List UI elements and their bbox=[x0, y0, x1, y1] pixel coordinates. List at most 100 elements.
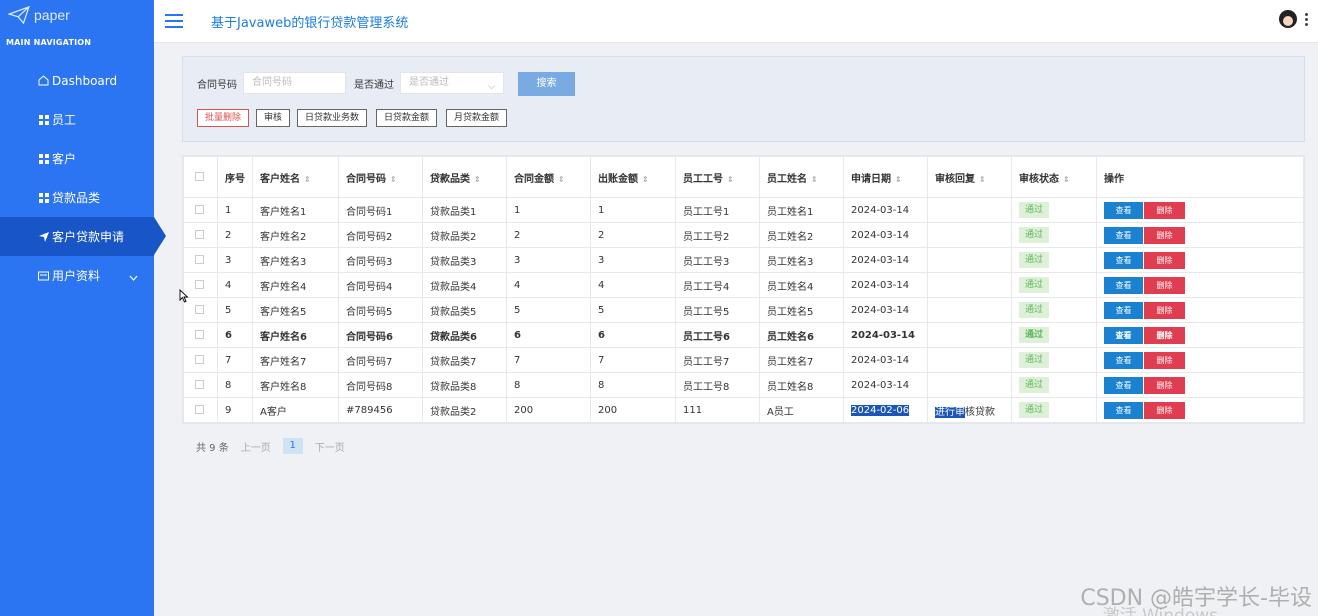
row-checkbox-cell[interactable] bbox=[183, 347, 218, 373]
data-table: 序号 客户姓名 ⇕ 合同号码 ⇕ 贷款品类 ⇕ 合同金额 ⇕ 出账金额 ⇕ 员工工号 ⇕ 员… bbox=[182, 155, 1305, 424]
sort-icon[interactable]: ⇕ bbox=[979, 175, 986, 184]
sort-icon[interactable]: ⇕ bbox=[895, 175, 902, 184]
column-header[interactable]: 客户姓名 ⇕ bbox=[252, 156, 339, 198]
cell-reply: 进行审核贷款 bbox=[935, 406, 995, 418]
column-header[interactable]: 审核状态 ⇕ bbox=[1011, 156, 1097, 198]
contract-search-input[interactable]: 合同号码 bbox=[243, 72, 346, 94]
delete-button[interactable]: 删除 bbox=[1144, 276, 1185, 294]
row-checkbox[interactable] bbox=[195, 205, 204, 214]
prev-page-link[interactable]: 上一页 bbox=[241, 439, 271, 454]
more-options-icon[interactable] bbox=[1305, 12, 1308, 26]
next-page-link[interactable]: 下一页 bbox=[315, 439, 345, 454]
delete-button[interactable]: 删除 bbox=[1144, 401, 1185, 419]
table-row[interactable]: 3 客户姓名3 合同号码3 贷款品类3 3 3 员工工号3 员工姓名3 2024-03-14 通过… bbox=[183, 247, 1304, 273]
view-button[interactable]: 查看 bbox=[1104, 201, 1143, 219]
column-header[interactable]: 员工姓名 ⇕ bbox=[759, 156, 844, 198]
sidebar-item-user-profile[interactable]: 用户资料 bbox=[0, 256, 154, 295]
column-header[interactable]: 审核回复 ⇕ bbox=[927, 156, 1012, 198]
row-checkbox[interactable] bbox=[195, 255, 204, 264]
logo[interactable]: paper bbox=[0, 0, 154, 30]
view-button[interactable]: 查看 bbox=[1104, 326, 1143, 344]
delete-button[interactable]: 删除 bbox=[1144, 351, 1185, 369]
batch-delete-button[interactable]: 批量删除 bbox=[197, 109, 250, 127]
table-row[interactable]: 9 A客户 #789456 贷款品类2 200 200 111 A员工 2024-02-06 进行… bbox=[183, 397, 1304, 423]
row-checkbox-cell[interactable] bbox=[183, 397, 218, 423]
row-checkbox[interactable] bbox=[195, 280, 204, 289]
row-checkbox[interactable] bbox=[195, 405, 204, 414]
column-header[interactable]: 出账金额 ⇕ bbox=[590, 156, 676, 198]
view-button[interactable]: 查看 bbox=[1104, 276, 1143, 294]
cell-no: 3 bbox=[225, 254, 232, 266]
column-header[interactable]: 合同金额 ⇕ bbox=[506, 156, 591, 198]
cell-date: 2024-03-14 bbox=[851, 229, 910, 241]
column-header[interactable]: 贷款品类 ⇕ bbox=[422, 156, 507, 198]
cell-emp_name: 员工姓名7 bbox=[767, 356, 814, 368]
daily-amount-button[interactable]: 日贷款金额 bbox=[376, 109, 438, 127]
send-icon bbox=[38, 231, 49, 242]
sidebar-item-loan-application[interactable]: 客户贷款申请 bbox=[0, 217, 166, 256]
row-checkbox-cell[interactable] bbox=[183, 372, 218, 398]
row-checkbox[interactable] bbox=[195, 305, 204, 314]
cell-amount: 200 bbox=[514, 404, 534, 416]
sidebar-item-loan-category[interactable]: 贷款品类 bbox=[0, 178, 154, 217]
select-all-checkbox[interactable] bbox=[195, 172, 204, 181]
sort-icon[interactable]: ⇕ bbox=[642, 175, 649, 184]
table-row[interactable]: 4 客户姓名4 合同号码4 贷款品类4 4 4 员工工号4 员工姓名4 2024-03-14 通过… bbox=[183, 272, 1304, 298]
menu-toggle-icon[interactable] bbox=[165, 14, 183, 28]
view-button[interactable]: 查看 bbox=[1104, 226, 1143, 244]
passed-select[interactable]: 是否通过 ⌵ bbox=[400, 72, 504, 94]
sort-icon[interactable]: ⇕ bbox=[304, 175, 311, 184]
sort-icon[interactable]: ⇕ bbox=[811, 175, 818, 184]
view-button[interactable]: 查看 bbox=[1104, 401, 1143, 419]
monthly-amount-button[interactable]: 月贷款金额 bbox=[446, 109, 508, 127]
table-row[interactable]: 7 客户姓名7 合同号码7 贷款品类7 7 7 员工工号7 员工姓名7 2024-03-14 通过… bbox=[183, 347, 1304, 373]
table-cell: 员工工号4 bbox=[675, 272, 760, 298]
delete-button[interactable]: 删除 bbox=[1144, 301, 1185, 319]
table-row[interactable]: 8 客户姓名8 合同号码8 贷款品类8 8 8 员工工号8 员工姓名8 2024-03-14 通过… bbox=[183, 372, 1304, 398]
cell-emp_no: 员工工号8 bbox=[683, 381, 730, 393]
sort-icon[interactable]: ⇕ bbox=[558, 175, 565, 184]
table-row[interactable]: 6 客户姓名6 合同号码6 贷款品类6 6 6 员工工号6 员工姓名6 2024-03-14 通过… bbox=[183, 322, 1304, 348]
table-row[interactable]: 2 客户姓名2 合同号码2 贷款品类2 2 2 员工工号2 员工姓名2 2024-03-14 通过… bbox=[183, 222, 1304, 248]
view-button[interactable]: 查看 bbox=[1104, 301, 1143, 319]
row-checkbox[interactable] bbox=[195, 330, 204, 339]
daily-count-button[interactable]: 日贷款业务数 bbox=[297, 109, 368, 127]
page-1-button[interactable]: 1 bbox=[282, 438, 303, 454]
sidebar-item-employee[interactable]: 员工 bbox=[0, 100, 154, 139]
sort-icon[interactable]: ⇕ bbox=[1063, 175, 1070, 184]
avatar[interactable] bbox=[1279, 10, 1297, 28]
actions-cell: 查看 删除 bbox=[1096, 397, 1304, 423]
table-row[interactable]: 1 客户姓名1 合同号码1 贷款品类1 1 1 员工工号1 员工姓名1 2024-03-14 通过… bbox=[183, 197, 1304, 223]
review-button[interactable]: 审核 bbox=[256, 109, 291, 127]
row-checkbox-cell[interactable] bbox=[183, 222, 218, 248]
table-row[interactable]: 5 客户姓名5 合同号码5 贷款品类5 5 5 员工工号5 员工姓名5 2024-03-14 通过… bbox=[183, 297, 1304, 323]
sort-icon[interactable]: ⇕ bbox=[390, 175, 397, 184]
row-checkbox-cell[interactable] bbox=[183, 197, 218, 223]
row-checkbox[interactable] bbox=[195, 355, 204, 364]
delete-button[interactable]: 删除 bbox=[1144, 251, 1185, 269]
row-checkbox[interactable] bbox=[195, 230, 204, 239]
delete-button[interactable]: 删除 bbox=[1144, 376, 1185, 394]
column-header[interactable]: 员工工号 ⇕ bbox=[675, 156, 760, 198]
column-header[interactable]: 合同号码 ⇕ bbox=[338, 156, 423, 198]
cell-customer: 客户姓名6 bbox=[260, 331, 307, 343]
delete-button[interactable]: 删除 bbox=[1144, 201, 1185, 219]
cell-customer: A客户 bbox=[260, 406, 287, 418]
row-checkbox[interactable] bbox=[195, 380, 204, 389]
sidebar-item-dashboard[interactable]: Dashboard bbox=[0, 61, 154, 100]
row-checkbox-cell[interactable] bbox=[183, 322, 218, 348]
table-cell: 合同号码4 bbox=[338, 272, 423, 298]
sort-icon[interactable]: ⇕ bbox=[727, 175, 734, 184]
row-checkbox-cell[interactable] bbox=[183, 247, 218, 273]
cell-emp_name: 员工姓名2 bbox=[767, 231, 814, 243]
search-button[interactable]: 搜索 bbox=[518, 72, 575, 96]
view-button[interactable]: 查看 bbox=[1104, 251, 1143, 269]
delete-button[interactable]: 删除 bbox=[1144, 226, 1185, 244]
sidebar-item-customer[interactable]: 客户 bbox=[0, 139, 154, 178]
view-button[interactable]: 查看 bbox=[1104, 376, 1143, 394]
view-button[interactable]: 查看 bbox=[1104, 351, 1143, 369]
column-header[interactable]: 申请日期 ⇕ bbox=[843, 156, 928, 198]
delete-button[interactable]: 删除 bbox=[1144, 326, 1185, 344]
select-all-cell[interactable] bbox=[183, 156, 218, 198]
sort-icon[interactable]: ⇕ bbox=[474, 175, 481, 184]
